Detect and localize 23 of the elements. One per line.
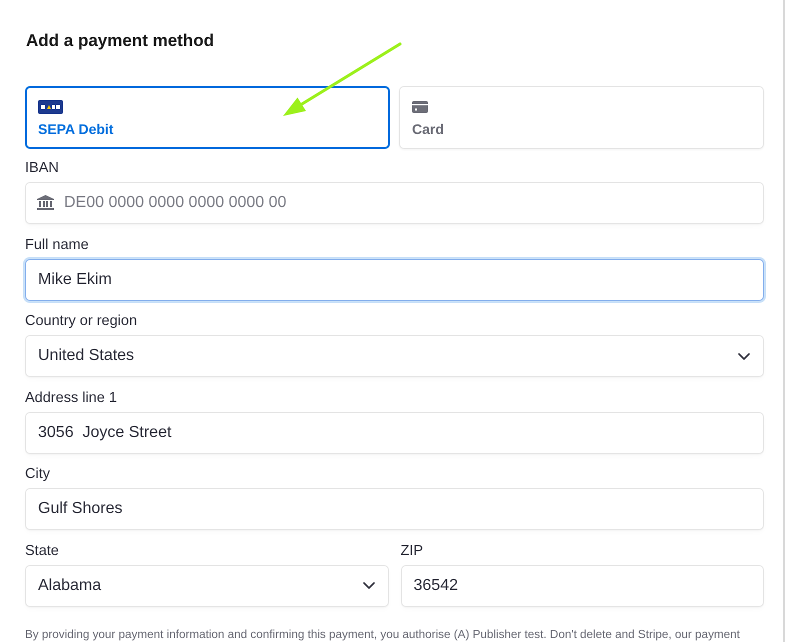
dropdown-select[interactable]: United States: [25, 335, 764, 377]
payment-disclaimer: By providing your payment information and confirming this payment, you authorise (A) Publisher test. Don't delete and Stripe, our payment: [25, 626, 740, 642]
payment-method-tab[interactable]: SEPA Debit: [25, 86, 390, 149]
dropdown-select[interactable]: Alabama: [25, 564, 388, 606]
form-title: Add a payment method: [26, 31, 214, 51]
field-label: Full name: [25, 236, 89, 254]
payment-method-tab[interactable]: Card: [399, 86, 764, 149]
iban-input[interactable]: DE00 0000 0000 0000 0000 00: [25, 182, 764, 224]
bank-icon: [37, 195, 54, 210]
field-label: City: [25, 466, 50, 483]
text-input[interactable]: 36542: [400, 564, 764, 606]
text-input[interactable]: 3056 Joyce Street: [25, 412, 764, 454]
text-input[interactable]: Mike Ekim: [25, 258, 764, 300]
field-label: IBAN: [25, 160, 59, 177]
field-label: ZIP: [400, 542, 424, 560]
field-label: Address line 1: [25, 390, 117, 406]
field-label: Country or region: [25, 313, 138, 330]
field-label: State: [25, 542, 59, 560]
chevron-down-icon: [362, 582, 374, 589]
credit-card-icon: [412, 101, 428, 113]
logo-icon: [38, 100, 63, 114]
text-input[interactable]: Gulf Shores: [25, 488, 764, 530]
chevron-down-icon: [738, 352, 750, 360]
